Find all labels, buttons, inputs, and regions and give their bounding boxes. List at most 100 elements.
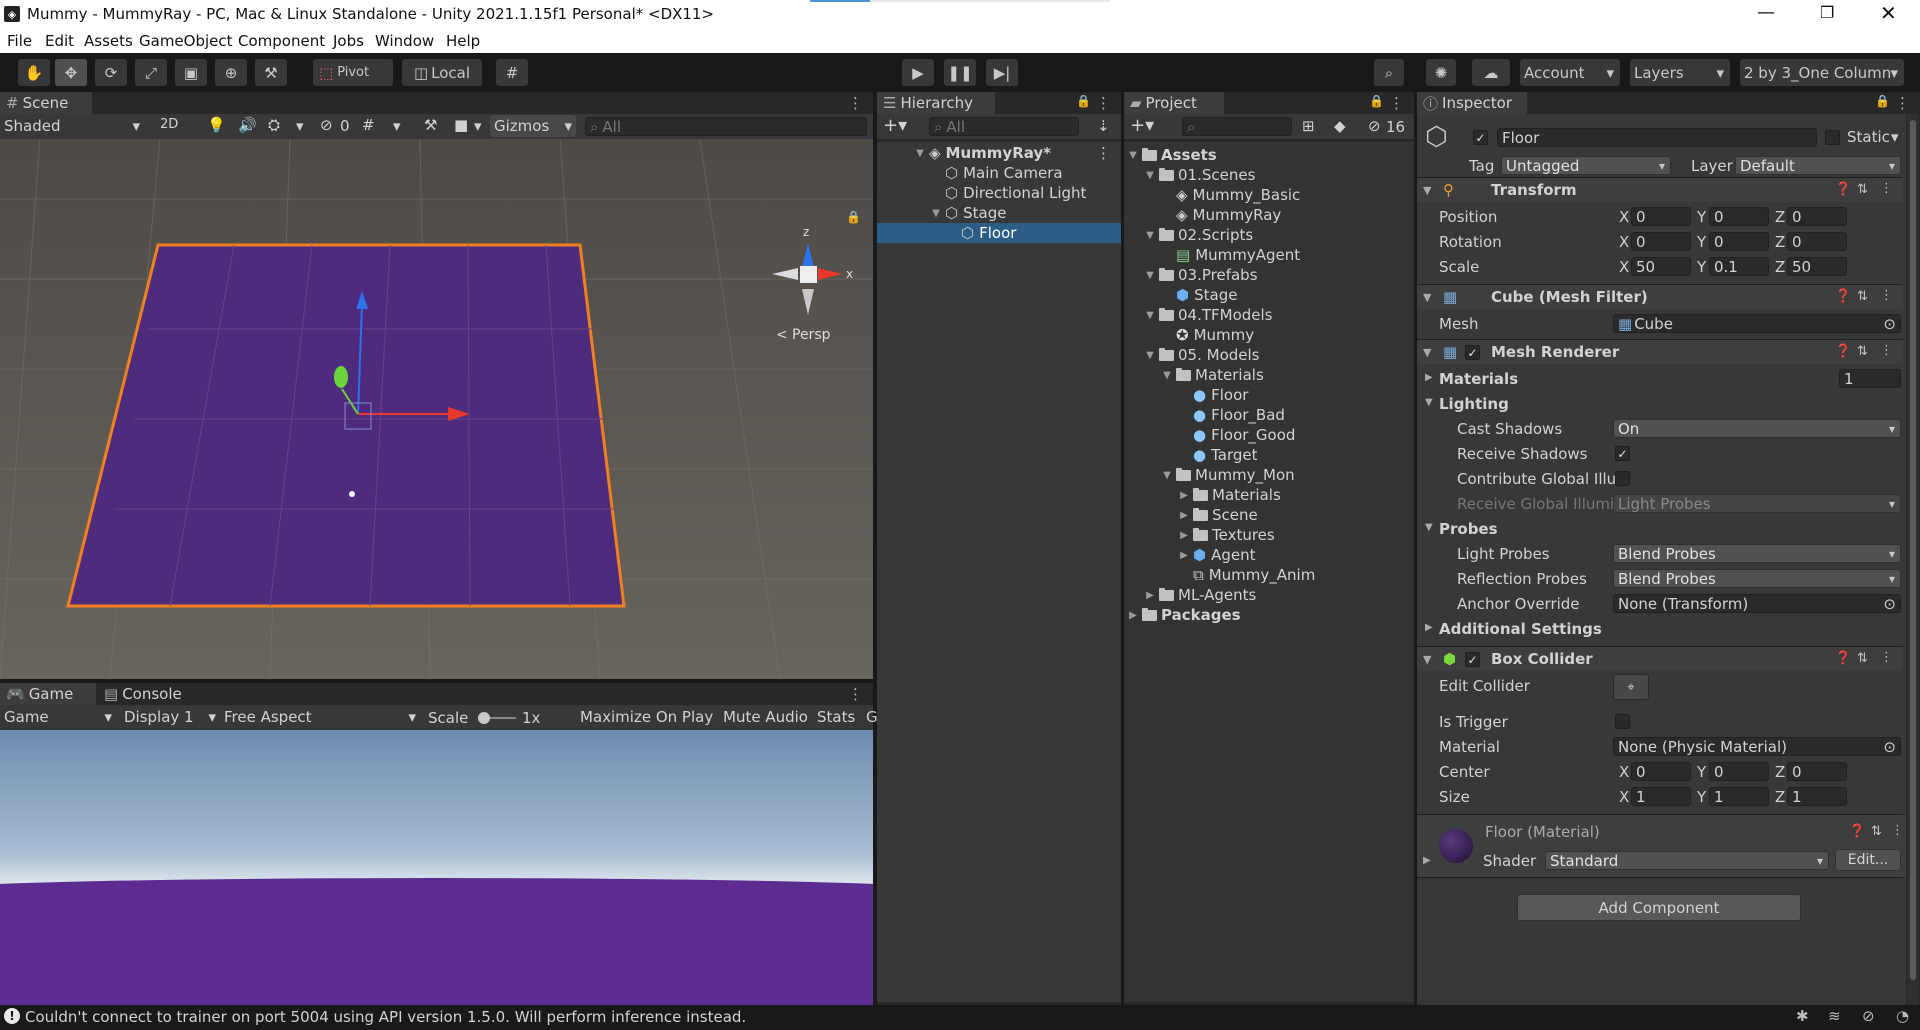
hand-tool-button[interactable]: ✋ — [18, 59, 50, 86]
shading-mode-dropdown[interactable]: Shaded ▾ — [4, 117, 144, 135]
hierarchy-item[interactable]: ⬡ Directional Light — [877, 183, 1121, 203]
menu-file[interactable]: File — [7, 32, 32, 50]
transform-header[interactable]: ▼ ⚲ Transform ❓ ⇅ ⋮ — [1417, 177, 1903, 202]
audio-toggle-icon[interactable]: 🔊 — [238, 116, 257, 134]
project-item[interactable]: ✪ Mummy — [1124, 325, 1254, 345]
panel-menu-icon[interactable]: ⋮ — [1389, 94, 1404, 112]
rotate-tool-button[interactable]: ⟳ — [95, 59, 127, 86]
preset-icon[interactable]: ⇅ — [1857, 182, 1868, 197]
chevron-right-icon[interactable]: ▶ — [1423, 855, 1431, 866]
game-viewport[interactable] — [0, 730, 873, 1005]
scale-x-field[interactable]: 50 — [1631, 257, 1691, 276]
chevron-right-icon[interactable]: ▶ — [1179, 510, 1189, 521]
close-button[interactable]: ✕ — [1880, 1, 1897, 25]
chevron-down-icon[interactable]: ▼ — [1162, 470, 1172, 481]
mesh-renderer-header[interactable]: ▼ ▦ ✓ Mesh Renderer ❓ ⇅ ⋮ — [1417, 339, 1903, 364]
preset-icon[interactable]: ⇅ — [1857, 289, 1868, 304]
menu-edit[interactable]: Edit — [45, 32, 74, 50]
project-item[interactable]: ◈ Mummy_Basic — [1124, 185, 1300, 205]
play-button[interactable]: ▶ — [902, 59, 934, 86]
bug-icon[interactable]: ✱ — [1796, 1007, 1809, 1025]
help-icon[interactable]: ❓ — [1835, 344, 1851, 359]
lighting-label[interactable]: Lighting — [1439, 395, 1509, 413]
lock-icon[interactable]: 🔒 — [1369, 94, 1384, 108]
project-item[interactable]: ▶ ML-Agents — [1124, 585, 1256, 605]
chevron-down-icon[interactable]: ▼ — [1162, 370, 1172, 381]
shader-dropdown[interactable]: Standard — [1545, 851, 1829, 870]
layers-dropdown[interactable]: Layers ▾ — [1630, 59, 1730, 86]
chevron-right-icon[interactable]: ▶ — [1179, 490, 1189, 501]
transform-tool-button[interactable]: ⊕ — [215, 59, 247, 86]
menu-window[interactable]: Window — [375, 32, 434, 50]
chevron-right-icon[interactable]: ▶ — [1179, 530, 1189, 541]
effects-dropdown-icon[interactable]: ▾ — [296, 117, 304, 135]
project-item[interactable]: ▼ 04.TFModels — [1124, 305, 1272, 325]
project-search-input[interactable]: ⌕ — [1182, 117, 1292, 136]
add-object-button[interactable]: +▾ — [883, 115, 907, 136]
custom-tool-button[interactable]: ⚒ — [255, 59, 287, 86]
project-item[interactable]: ▼ 01.Scenes — [1124, 165, 1255, 185]
account-dropdown[interactable]: Account ▾ — [1520, 59, 1620, 86]
camera-dropdown-icon[interactable]: ▾ — [474, 117, 482, 135]
camera-icon[interactable]: ■ — [454, 116, 468, 134]
toggle-2d-button[interactable]: 2D — [160, 117, 178, 132]
menu-gameobject[interactable]: GameObject — [139, 32, 233, 50]
local-toggle[interactable]: ◫ Local — [402, 59, 482, 86]
chevron-down-icon[interactable]: ▼ — [1145, 230, 1155, 241]
preset-icon[interactable]: ⇅ — [1857, 651, 1868, 666]
probes-label[interactable]: Probes — [1439, 520, 1498, 538]
pause-button[interactable]: ❚❚ — [944, 59, 976, 86]
reflection-probes-dropdown[interactable]: Blend Probes — [1613, 569, 1901, 588]
move-tool-button[interactable]: ✥ — [55, 59, 87, 86]
menu-component[interactable]: Component — [238, 32, 325, 50]
tab-project[interactable]: ▰ Project — [1124, 92, 1224, 114]
lock-icon[interactable]: 🔒 — [1875, 94, 1890, 108]
lock-icon[interactable]: 🔒 — [1076, 94, 1091, 108]
grid-toggle-icon[interactable]: # — [362, 116, 375, 134]
contribute-gi-checkbox[interactable] — [1615, 471, 1630, 486]
position-y-field[interactable]: 0 — [1709, 207, 1769, 226]
mesh-renderer-enabled-checkbox[interactable]: ✓ — [1465, 345, 1480, 360]
panel-menu-icon[interactable]: ⋮ — [848, 94, 863, 112]
size-x-field[interactable]: 1 — [1631, 787, 1691, 806]
anchor-override-field[interactable]: None (Transform) ⊙ — [1613, 594, 1901, 613]
shader-edit-button[interactable]: Edit... — [1835, 849, 1901, 871]
tab-hierarchy[interactable]: ☰ Hierarchy — [877, 92, 995, 114]
chevron-down-icon[interactable]: ▼ — [931, 208, 941, 219]
project-item[interactable]: ▼ Assets — [1124, 145, 1217, 165]
scale-tool-button[interactable]: ⤢ — [135, 59, 167, 86]
search-button[interactable]: ⌕ — [1374, 59, 1404, 86]
project-item[interactable]: ▤ MummyAgent — [1124, 245, 1300, 265]
menu-assets[interactable]: Assets — [84, 32, 133, 50]
cast-shadows-dropdown[interactable]: On — [1613, 419, 1901, 438]
filter-type-icon[interactable]: ⊞ — [1302, 117, 1315, 135]
gizmos-toggle[interactable]: G — [866, 708, 878, 726]
collider-material-field[interactable]: None (Physic Material) ⊙ — [1613, 737, 1901, 756]
chevron-right-icon[interactable]: ▶ — [1128, 610, 1138, 621]
status-message[interactable]: Couldn't connect to trainer on port 5004… — [25, 1008, 746, 1026]
object-name-field[interactable]: Floor — [1497, 128, 1817, 147]
project-item[interactable]: ▼ Materials — [1124, 365, 1264, 385]
receive-shadows-checkbox[interactable]: ✓ — [1615, 446, 1630, 461]
project-item[interactable]: ● Floor_Bad — [1124, 405, 1285, 425]
services-button[interactable]: ✺ — [1426, 59, 1456, 86]
add-component-button[interactable]: Add Component — [1517, 894, 1801, 921]
grid-dropdown-icon[interactable]: ▾ — [393, 117, 401, 135]
object-picker-icon[interactable]: ⊙ — [1883, 738, 1896, 755]
tab-game[interactable]: 🎮 Game — [0, 683, 96, 705]
chevron-down-icon[interactable]: ▼ — [1145, 310, 1155, 321]
floor-plane[interactable] — [66, 243, 626, 608]
cloud-button[interactable]: ☁ — [1472, 59, 1510, 86]
maximize-on-play-toggle[interactable]: Maximize On Play — [580, 708, 713, 726]
project-item[interactable]: ▼ 03.Prefabs — [1124, 265, 1257, 285]
mute-audio-toggle[interactable]: Mute Audio — [723, 708, 808, 726]
position-x-field[interactable]: 0 — [1631, 207, 1691, 226]
component-menu-icon[interactable]: ⋮ — [1880, 650, 1893, 665]
scale-z-field[interactable]: 50 — [1787, 257, 1847, 276]
box-collider-enabled-checkbox[interactable]: ✓ — [1465, 652, 1480, 667]
object-picker-icon[interactable]: ⊙ — [1883, 315, 1896, 332]
static-checkbox[interactable] — [1825, 130, 1840, 145]
sort-icon[interactable]: ⇣ — [1097, 117, 1110, 135]
layer-dropdown[interactable]: Default — [1735, 156, 1901, 175]
chevron-right-icon[interactable]: ▶ — [1425, 372, 1433, 383]
